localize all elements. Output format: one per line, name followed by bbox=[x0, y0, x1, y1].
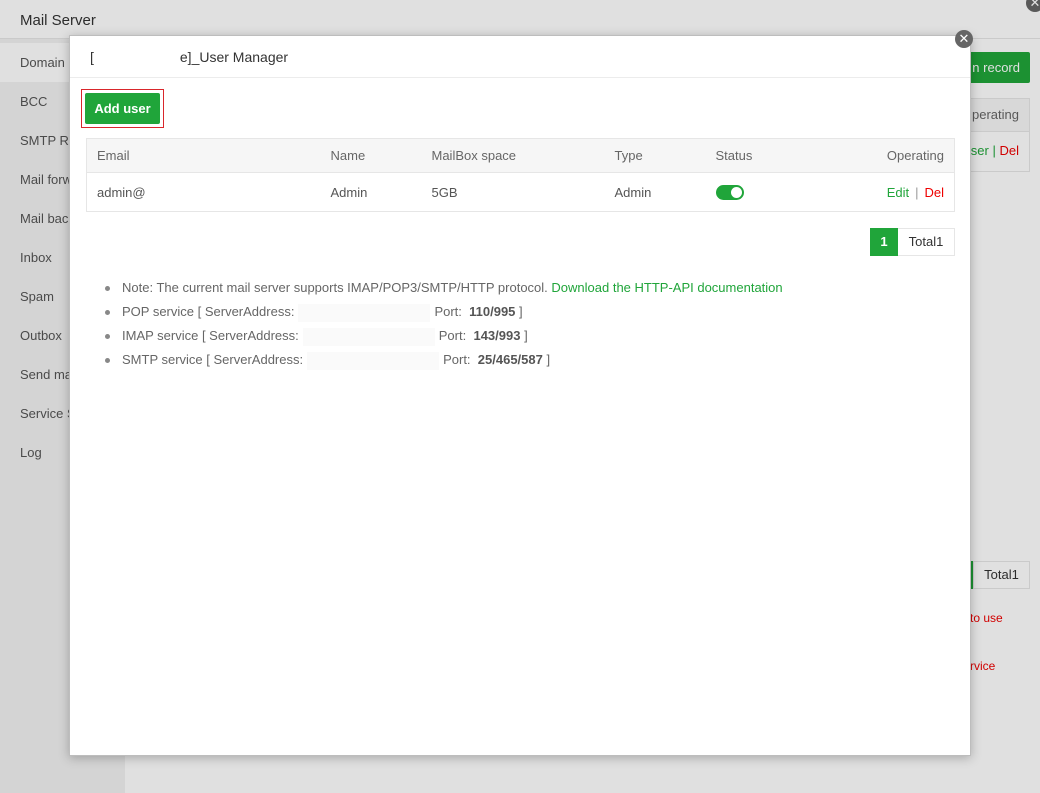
page-total: Total1 bbox=[898, 228, 955, 256]
smtp-label: SMTP service [ ServerAddress: bbox=[122, 352, 304, 367]
download-api-doc-link[interactable]: Download the HTTP-API documentation bbox=[551, 280, 782, 295]
pop-close: ] bbox=[519, 304, 523, 319]
header-mailbox-space: MailBox space bbox=[431, 138, 615, 173]
toggle-knob bbox=[730, 187, 742, 199]
service-notes: Note: The current mail server supports I… bbox=[104, 276, 783, 372]
header-email: Email bbox=[86, 138, 331, 173]
table-header-row: Email Name MailBox space Type Status Ope… bbox=[86, 138, 955, 173]
status-toggle[interactable] bbox=[715, 185, 744, 201]
dialog-close-icon[interactable]: ✕ bbox=[955, 30, 973, 48]
smtp-port-label: Port: bbox=[443, 352, 471, 367]
cell-status bbox=[715, 173, 836, 212]
note-text: Note: The current mail server supports I… bbox=[122, 280, 548, 295]
imap-port: 143/993 bbox=[473, 328, 521, 343]
cell-mailbox-space: 5GB bbox=[431, 184, 458, 200]
pop-port-label: Port: bbox=[434, 304, 462, 319]
redacted-address bbox=[302, 327, 435, 346]
pop-label: POP service [ ServerAddress: bbox=[122, 304, 295, 319]
table-row: admin@ Admin 5GB Admin Edit | Del bbox=[87, 173, 955, 212]
note-smtp: SMTP service [ ServerAddress: Port: 25/46… bbox=[104, 348, 783, 372]
header-operating: Operating bbox=[835, 138, 955, 173]
imap-port-label: Port: bbox=[438, 328, 467, 343]
page-number-button[interactable]: 1 bbox=[870, 228, 898, 256]
cell-name: Admin bbox=[330, 184, 368, 200]
imap-close: ] bbox=[524, 328, 528, 343]
redacted-address bbox=[298, 303, 431, 322]
user-table: Email Name MailBox space Type Status Ope… bbox=[86, 138, 955, 212]
pop-port: 110/995 bbox=[469, 304, 516, 319]
redacted-address bbox=[307, 351, 440, 370]
smtp-port: 25/465/587 bbox=[477, 352, 543, 367]
cell-operating: Edit | Del bbox=[836, 173, 955, 212]
add-user-button[interactable]: Add user bbox=[85, 93, 160, 124]
user-manager-dialog: [e]_User Manager Add user Email Name Mai… bbox=[69, 35, 971, 756]
note-imap: IMAP service [ ServerAddress: Port: 143/9… bbox=[104, 324, 783, 348]
dialog-header: [e]_User Manager bbox=[70, 36, 970, 78]
smtp-close: ] bbox=[546, 352, 551, 367]
operation-separator: | bbox=[915, 184, 919, 200]
redacted-domain bbox=[93, 47, 180, 70]
pagination: 1 Total1 bbox=[870, 228, 955, 256]
cell-email: admin@ bbox=[97, 184, 146, 200]
edit-link[interactable]: Edit bbox=[887, 185, 909, 200]
header-name: Name bbox=[330, 138, 432, 173]
note-protocols: Note: The current mail server supports I… bbox=[104, 276, 783, 300]
header-type: Type bbox=[614, 138, 716, 173]
cell-type: Admin bbox=[614, 184, 652, 200]
imap-label: IMAP service [ ServerAddress: bbox=[122, 328, 299, 343]
delete-link[interactable]: Del bbox=[924, 185, 944, 200]
dialog-title: e]_User Manager bbox=[179, 49, 289, 65]
header-status: Status bbox=[715, 138, 836, 173]
add-user-highlight: Add user bbox=[81, 89, 164, 128]
note-pop: POP service [ ServerAddress: Port: 110/99… bbox=[104, 300, 783, 324]
